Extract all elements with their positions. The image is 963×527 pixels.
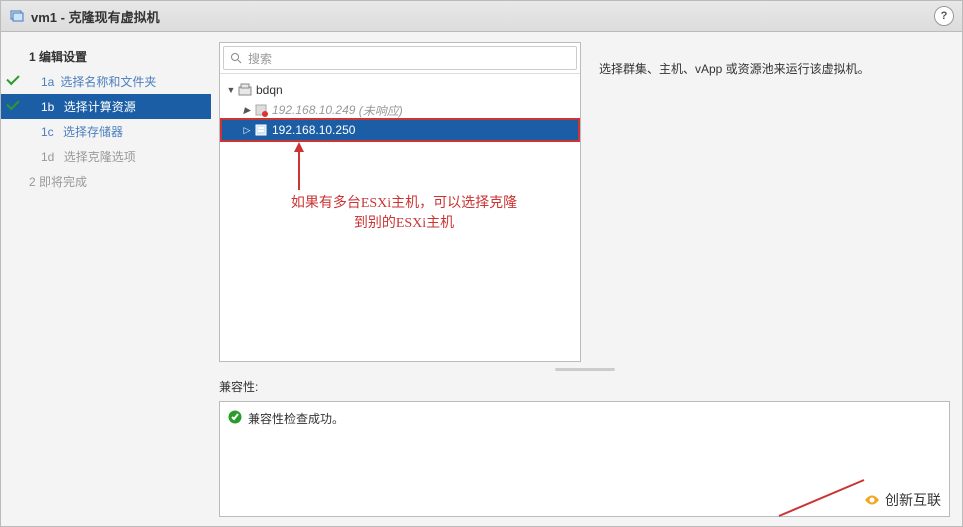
search-placeholder: 搜索 xyxy=(248,50,272,67)
search-icon xyxy=(230,52,242,64)
success-icon xyxy=(228,410,242,424)
step-1[interactable]: 1 编辑设置 xyxy=(1,44,211,69)
datacenter-icon xyxy=(238,83,252,97)
annotation-arrow-icon xyxy=(284,142,314,192)
host-icon xyxy=(254,123,268,137)
expand-icon[interactable]: ▷ xyxy=(242,125,252,136)
tree-item-selected[interactable]: ▷ 192.168.10.250 xyxy=(222,120,578,140)
host-icon xyxy=(254,103,268,117)
titlebar: vm1 - 克隆现有虚拟机 ? xyxy=(1,1,962,32)
tree-item-label: 192.168.10.249 xyxy=(272,103,355,117)
tree-item-unresponsive[interactable]: ▶ 192.168.10.249 (未响应) xyxy=(222,100,578,120)
compatibility-panel: 兼容性检查成功。 创新互联 xyxy=(219,401,950,517)
annotation-arrow-icon xyxy=(769,478,869,518)
description-text: 选择群集、主机、vApp 或资源池来运行该虚拟机。 xyxy=(599,62,870,76)
vm-icon xyxy=(9,8,25,24)
resource-tree-panel: 搜索 ▼ bdqn ▶ xyxy=(219,42,581,362)
splitter[interactable] xyxy=(219,366,950,372)
search-input[interactable]: 搜索 xyxy=(223,46,577,70)
compatibility-message: 兼容性检查成功。 xyxy=(248,410,344,427)
annotation-text: 如果有多台ESXi主机，可以选择克隆 到别的ESXi主机 xyxy=(264,192,544,232)
window-title: vm1 - 克隆现有虚拟机 xyxy=(31,7,160,26)
resource-tree[interactable]: ▼ bdqn ▶ 192.168.10.249 (未响应) xyxy=(220,74,580,361)
step-2: 2 即将完成 xyxy=(1,169,211,194)
tree-item-label: 192.168.10.250 xyxy=(272,123,355,137)
step-1a[interactable]: 1a选择名称和文件夹 xyxy=(1,69,211,94)
wizard-steps: 1 编辑设置 1a选择名称和文件夹 1b 选择计算资源 1c 选择存储器 1d … xyxy=(1,32,211,527)
collapse-icon[interactable]: ▼ xyxy=(226,85,236,95)
watermark-logo-icon xyxy=(863,491,881,509)
tree-root-label: bdqn xyxy=(256,83,283,97)
step-1d: 1d 选择克隆选项 xyxy=(1,144,211,169)
expand-icon[interactable]: ▶ xyxy=(242,105,252,116)
tree-root[interactable]: ▼ bdqn xyxy=(222,80,578,100)
step-1c[interactable]: 1c 选择存储器 xyxy=(1,119,211,144)
description-panel: 选择群集、主机、vApp 或资源池来运行该虚拟机。 xyxy=(591,42,950,362)
compatibility-label: 兼容性: xyxy=(219,376,950,397)
watermark: 创新互联 xyxy=(863,490,941,510)
step-1b[interactable]: 1b 选择计算资源 xyxy=(1,94,211,119)
help-button[interactable]: ? xyxy=(934,6,954,26)
